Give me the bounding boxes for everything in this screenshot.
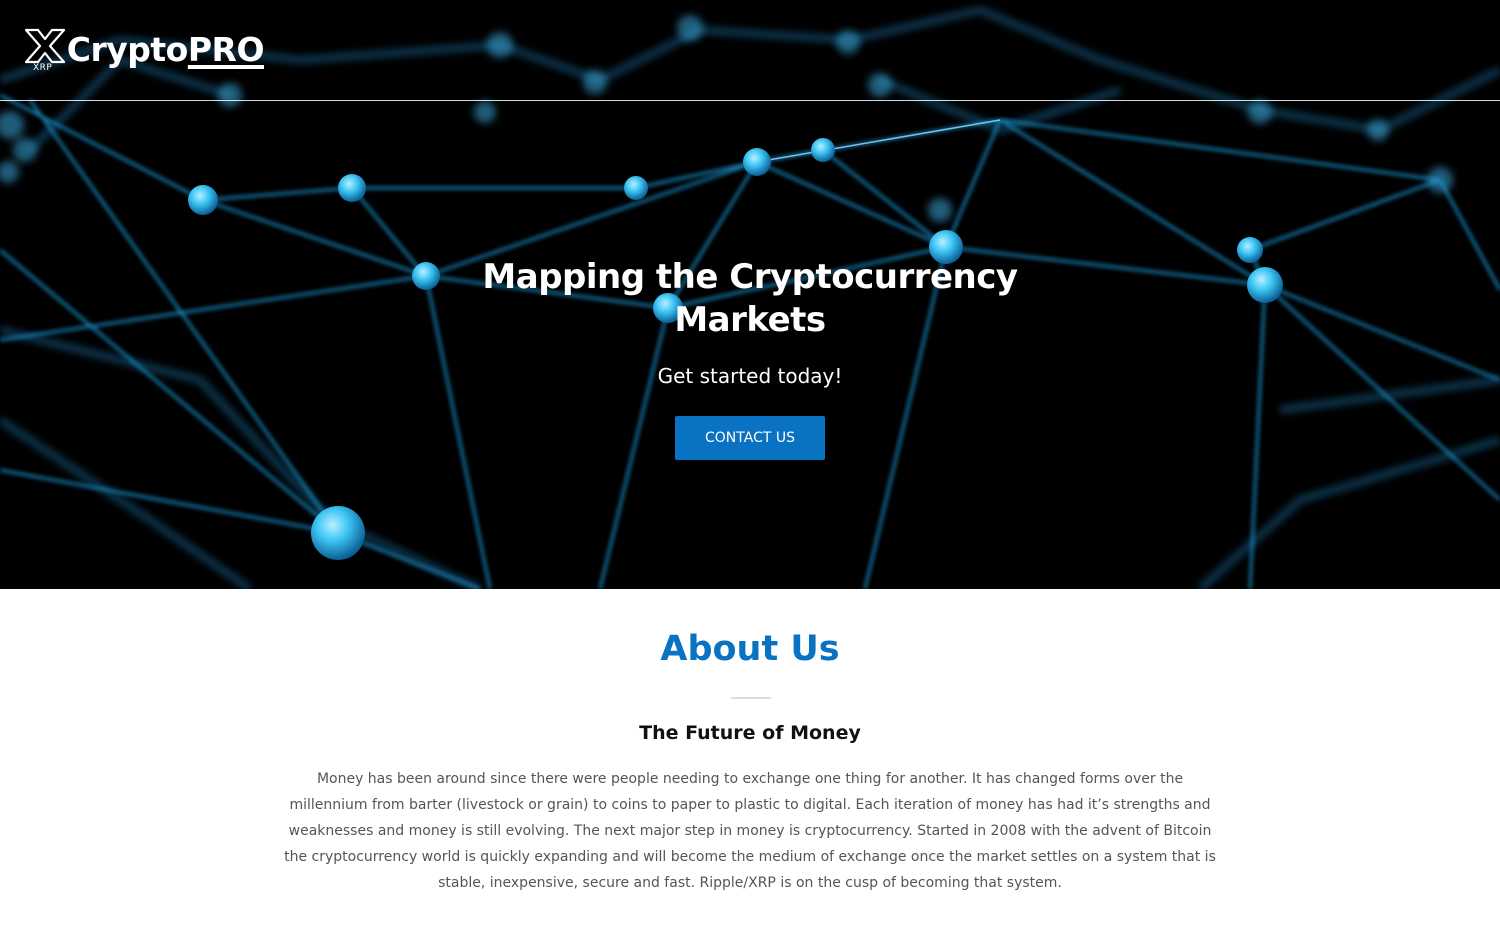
hero-title: Mapping the Cryptocurrency Markets <box>450 256 1050 342</box>
logo-name-accent: PRO <box>187 30 265 69</box>
logo-wordmark: CryptoPRO <box>66 28 265 72</box>
hero-title-line1: Mapping the Cryptocurrency <box>482 257 1018 297</box>
hero-subtitle: Get started today! <box>657 364 843 388</box>
xrp-logo-icon: XRP <box>24 28 66 74</box>
about-title: About Us <box>660 629 840 669</box>
top-navigation-bar: XRP CryptoPRO <box>0 0 1500 101</box>
about-body-text: Money has been around since there were p… <box>284 771 1216 891</box>
hero-content: Mapping the Cryptocurrency Markets Get s… <box>450 256 1050 460</box>
hero-title-line2: Markets <box>674 300 826 340</box>
logo-sub-label: XRP <box>33 63 53 73</box>
logo-name-main: Crypto <box>66 30 189 69</box>
about-section: About Us The Future of Money Money has b… <box>0 589 1500 940</box>
section-divider <box>731 697 771 699</box>
hero-section: XRP CryptoPRO Mapping the Cryptocurrency… <box>0 0 1500 589</box>
contact-us-button[interactable]: CONTACT US <box>675 416 825 460</box>
site-logo[interactable]: XRP CryptoPRO <box>24 28 265 74</box>
about-subtitle: The Future of Money <box>639 722 861 744</box>
